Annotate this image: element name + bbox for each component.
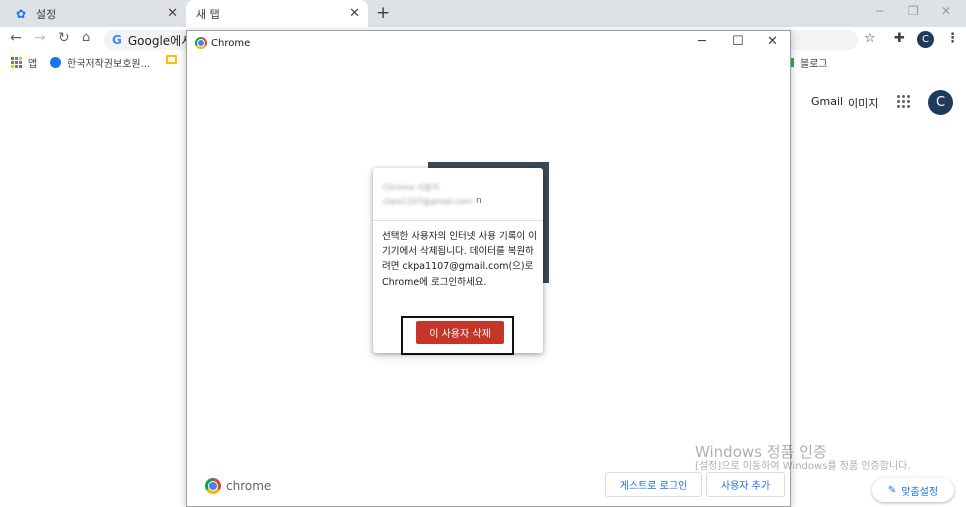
close-tab-icon[interactable]: ✕ — [167, 6, 178, 21]
chrome-icon — [195, 37, 207, 49]
tab-settings[interactable]: ✿ 설정 ✕ — [0, 0, 186, 27]
close-tab-icon[interactable]: ✕ — [349, 6, 360, 21]
back-icon[interactable]: ← — [10, 30, 22, 46]
menu-icon[interactable]: ⋮ — [946, 31, 959, 46]
add-user-button[interactable]: 사용자 추가 — [706, 472, 785, 497]
window-title-text: Chrome — [211, 37, 251, 49]
images-link[interactable]: 이미지 — [848, 95, 878, 111]
google-icon: G — [112, 33, 122, 47]
bookmark-item[interactable]: 한국저작권보호원... — [50, 55, 150, 70]
restore-icon[interactable]: ❐ — [908, 4, 919, 18]
remove-user-message: 선택한 사용자의 인터넷 사용 기록이 이 기기에서 삭제됩니다. 데이터를 복… — [382, 231, 537, 288]
windows-activation-subtitle: [설정]으로 이동하여 Windows를 정품 인증합니다. — [695, 461, 911, 472]
apps-icon — [11, 57, 22, 68]
customize-button[interactable]: ✎ 맞춤설정 — [872, 478, 954, 502]
google-apps-icon[interactable] — [897, 95, 910, 108]
tab-label: 설정 — [36, 7, 57, 21]
bookmark-label: 블로그 — [800, 59, 828, 70]
site-icon — [50, 57, 61, 68]
address-bar-end[interactable] — [790, 30, 858, 50]
bookmark-apps[interactable]: 앱 — [11, 55, 37, 70]
bookmark-folder[interactable] — [166, 55, 177, 64]
bookmark-blog[interactable]: 블로그 — [789, 55, 828, 70]
profile-email: ckpa1107@gmail.com — [383, 197, 473, 206]
chrome-logo-icon — [205, 478, 221, 494]
tab-new-tab[interactable]: 새 탭 ✕ — [186, 0, 368, 27]
delete-user-button[interactable]: 이 사용자 삭제 — [416, 321, 504, 344]
home-icon[interactable]: ⌂ — [82, 30, 90, 45]
tab-label: 새 탭 — [196, 7, 220, 21]
address-text: Google에서 — [127, 33, 188, 48]
profile-avatar[interactable]: C — [917, 31, 934, 48]
bookmark-star-icon[interactable]: ☆ — [864, 31, 876, 46]
divider — [373, 220, 543, 221]
reload-icon[interactable]: ↻ — [58, 30, 70, 46]
gear-icon: ✿ — [16, 6, 27, 21]
profile-email-tail: n — [476, 196, 482, 206]
windows-activation-title: Windows 정품 인증 — [695, 443, 827, 461]
profile-picker-window: Chrome ─ ☐ ✕ Chrome 사용자 ckpa1107@gmail.c… — [186, 30, 791, 507]
guest-login-button[interactable]: 게스트로 로그인 — [605, 472, 702, 497]
account-avatar[interactable]: C — [928, 90, 953, 115]
maximize-icon[interactable]: ☐ — [732, 34, 744, 49]
gmail-link[interactable]: Gmail — [811, 95, 843, 108]
customize-label: 맞춤설정 — [901, 486, 939, 498]
chrome-brand: chrome — [205, 478, 271, 494]
window-title: Chrome — [195, 37, 250, 49]
forward-icon[interactable]: → — [34, 30, 46, 46]
minimize-icon[interactable]: ─ — [698, 34, 706, 49]
pencil-icon: ✎ — [887, 484, 897, 496]
bookmark-label: 한국저작권보호원... — [67, 59, 151, 70]
folder-icon — [166, 55, 177, 64]
address-bar[interactable]: G Google에서 — [104, 30, 188, 50]
minimize-icon[interactable]: ─ — [876, 4, 883, 18]
bookmark-label: 앱 — [28, 59, 38, 70]
close-window-icon[interactable]: ✕ — [767, 34, 778, 49]
extensions-icon[interactable]: ✚ — [894, 31, 905, 46]
close-window-icon[interactable]: ✕ — [941, 4, 951, 18]
profile-name: Chrome 사용자 — [383, 183, 440, 192]
new-tab-icon[interactable]: + — [376, 3, 390, 23]
brand-text: chrome — [226, 479, 272, 493]
